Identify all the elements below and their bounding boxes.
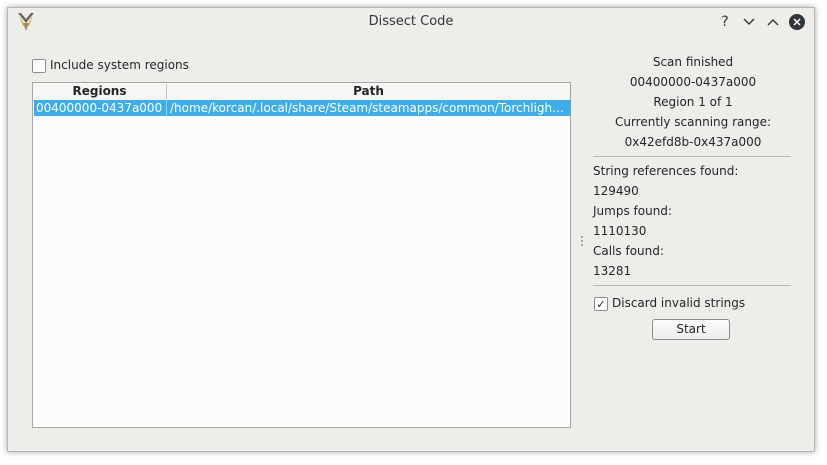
column-header-regions[interactable]: Regions	[33, 84, 167, 99]
include-system-regions-label: Include system regions	[50, 58, 189, 72]
discard-invalid-strings-label: Discard invalid strings	[612, 296, 746, 310]
window-title: Dissect Code	[368, 14, 454, 29]
current-range-value: 0x42efd8b-0x437a000	[624, 135, 762, 149]
dissect-code-window: Dissect Code ? Include system regions Re…	[7, 7, 815, 452]
chevron-down-icon	[743, 18, 755, 25]
string-references-value: 129490	[593, 184, 639, 198]
region-progress-text: Region 1 of 1	[653, 95, 733, 109]
table-header: Regions Path	[33, 83, 570, 101]
calls-value: 13281	[593, 264, 632, 278]
scan-status-text: Scan finished	[652, 55, 734, 69]
maximize-button[interactable]	[763, 12, 783, 32]
cell-divider	[166, 100, 167, 116]
calls-label: Calls found:	[593, 244, 664, 258]
title-bar[interactable]: Dissect Code ?	[8, 8, 814, 36]
discard-invalid-strings-checkbox[interactable]: ✓	[594, 297, 608, 311]
divider	[593, 285, 791, 286]
table-row[interactable]: 00400000-0437a000 /home/korcan/.local/sh…	[34, 100, 571, 116]
minimize-button[interactable]	[739, 12, 759, 32]
string-references-label: String references found:	[593, 164, 739, 178]
row-region-cell: 00400000-0437a000	[36, 101, 163, 115]
help-button[interactable]: ?	[715, 12, 735, 32]
jumps-label: Jumps found:	[593, 204, 672, 218]
regions-table[interactable]: Regions Path 00400000-0437a000 /home/kor…	[32, 82, 571, 428]
close-icon	[789, 14, 805, 30]
row-path-cell: /home/korcan/.local/share/Steam/steamapp…	[170, 101, 565, 115]
checkmark-icon: ✓	[596, 297, 606, 311]
scan-range-text: 00400000-0437a000	[629, 75, 757, 89]
splitter-handle[interactable]	[581, 236, 583, 252]
chevron-up-icon	[767, 19, 779, 26]
start-button[interactable]: Start	[652, 319, 730, 340]
close-button[interactable]	[787, 12, 807, 32]
include-system-regions-checkbox[interactable]	[32, 59, 46, 73]
help-icon: ?	[721, 14, 729, 30]
divider	[593, 156, 791, 157]
current-range-label: Currently scanning range:	[614, 115, 772, 129]
column-header-path[interactable]: Path	[167, 84, 570, 99]
jumps-value: 1110130	[593, 224, 647, 238]
